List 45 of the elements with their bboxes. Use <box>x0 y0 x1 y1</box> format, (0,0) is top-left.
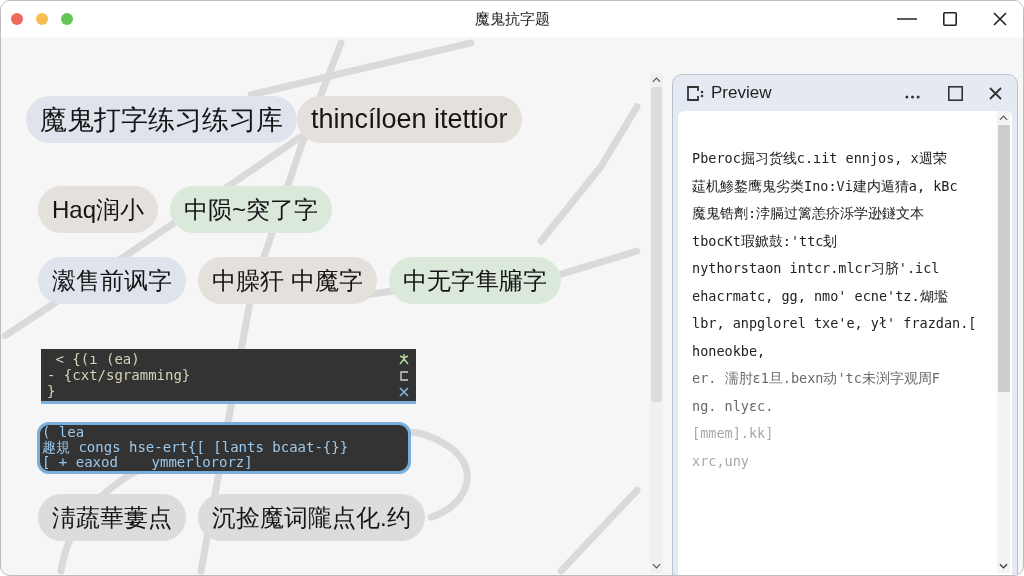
word-chip[interactable]: 瀫售前讽字 <box>38 257 186 304</box>
word-chip[interactable]: 中陨~突了字 <box>170 186 333 233</box>
code-line: - {cxt/sgramming} <box>47 367 191 383</box>
preview-text-line: xrc,uny <box>692 451 749 471</box>
code-line: } <box>47 383 56 399</box>
word-chip[interactable]: thincíloen itettior <box>297 96 522 143</box>
scroll-up-icon[interactable] <box>999 115 1008 121</box>
preview-text-line: honeokbe, <box>692 341 766 361</box>
close-icon[interactable] <box>993 12 1007 26</box>
preview-title: Preview <box>711 83 772 103</box>
close-icon[interactable] <box>989 86 1002 100</box>
preview-text-line: 莚机鯵鍪鹰鬼劣类Ino:Vi建内遁猜a, kBc <box>692 176 958 196</box>
traffic-light-close-icon[interactable] <box>11 13 23 25</box>
more-icon[interactable] <box>905 95 920 99</box>
code-line: < {(ı (ea) <box>54 351 140 367</box>
preview-text-line: [mmem].kk] <box>692 424 774 443</box>
code-line: 趣規 congs hse-ert{[ [lants bcaat-{}} <box>42 440 349 455</box>
code-line: ( lea <box>42 425 85 440</box>
scroll-down-icon[interactable] <box>652 563 661 569</box>
preview-text-line: er. 濡肘ɛ1旦.bexn动'tc未渕字观周F <box>692 369 940 388</box>
scrollbar-thumb[interactable] <box>997 125 1010 392</box>
word-chip[interactable]: 魔鬼打字练习练习库 <box>26 96 297 143</box>
cross-icon <box>398 386 410 398</box>
word-chip[interactable]: 中无字隼牖字 <box>388 257 561 304</box>
word-chip[interactable]: 中臊犴 中魔字 <box>198 257 377 304</box>
preview-text-line: 魔鬼锆劑:浡膈过篱恙疥泺学逊鐩文本 <box>692 204 925 223</box>
scroll-down-icon[interactable] <box>999 563 1008 569</box>
preview-text-line: nythorstaon intcr.mlcr习脐'.icl <box>692 259 940 278</box>
scrollbar-thumb[interactable] <box>651 87 662 402</box>
code-line: [ + eaxod ymmerlororz] <box>42 455 253 470</box>
bracket-icon <box>398 369 410 382</box>
preview-text-line: tbocKt瑕鍁鼓:'ttc刬 <box>692 231 838 251</box>
preview-icon <box>686 84 704 102</box>
word-chip[interactable]: 沉捡魔词隴点化.约 <box>198 494 425 541</box>
preview-text-line: Pberoc掘习货线c.ıit ennjos, x週荣 <box>692 149 947 168</box>
window-title: 魔鬼抗字题 <box>474 9 550 29</box>
stick-figure-icon <box>398 353 410 365</box>
preview-text-line: ehacrmatc, gg, nmo' ecne'tz.煳壏 <box>692 286 948 306</box>
word-chip[interactable]: Haq润小 <box>38 186 159 233</box>
scroll-up-icon[interactable] <box>652 77 661 83</box>
maximize-icon[interactable] <box>948 85 963 101</box>
word-chip[interactable]: 淸蔬華蔞点 <box>38 494 186 541</box>
preview-text-line: ng. nlyɛc. <box>692 396 774 416</box>
preview-text-line: lbr, anpglorel txe'e, ył' frazdan.[ <box>692 314 977 333</box>
maximize-icon[interactable] <box>943 12 957 26</box>
